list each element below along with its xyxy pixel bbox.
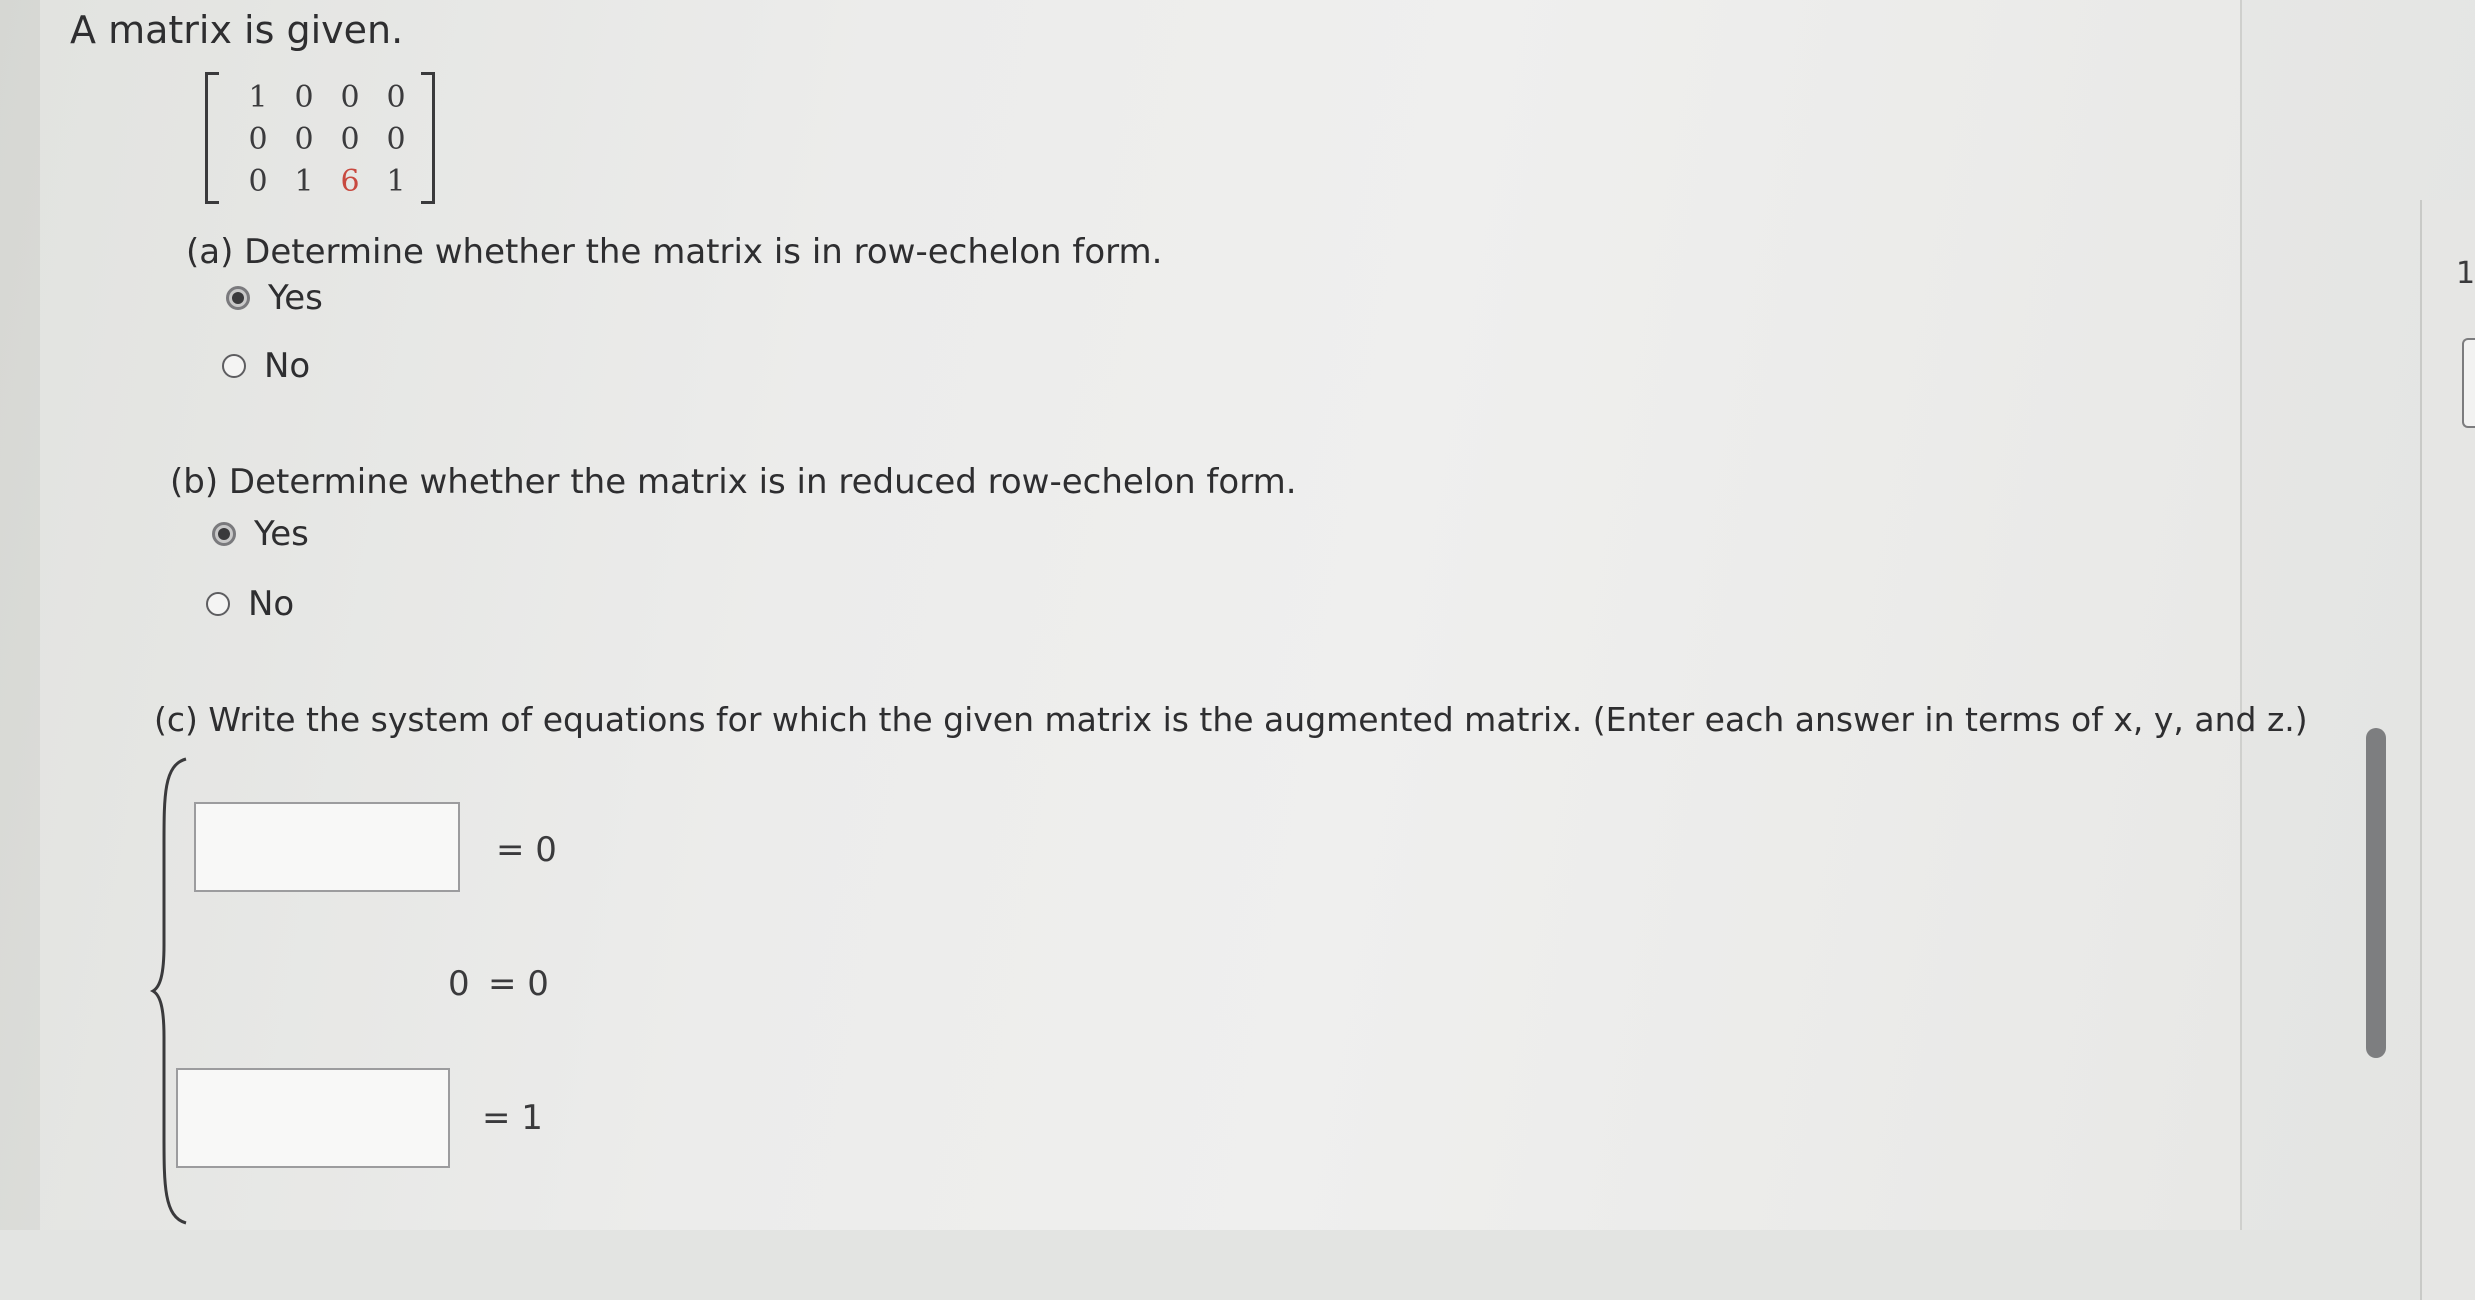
matrix-cell: 0 (248, 163, 268, 199)
equation-2-lhs: 0 (448, 964, 470, 1004)
radio-dot (232, 292, 244, 304)
matrix-cell: 0 (386, 79, 406, 115)
option-a-yes[interactable]: Yes (226, 278, 323, 318)
scrollbar-thumb[interactable] (2366, 728, 2386, 1058)
matrix-left-bracket (205, 72, 219, 204)
question-a: (a) Determine whether the matrix is in r… (186, 232, 1163, 272)
equation-1-input[interactable] (194, 802, 460, 892)
matrix-cell: 1 (294, 163, 314, 199)
radio-empty-icon[interactable] (222, 354, 246, 378)
matrix-cell: 1 (386, 163, 406, 199)
equation-3-rhs: = 1 (482, 1098, 543, 1138)
augmented-matrix: 1 0 0 0 0 0 0 0 0 1 6 1 (205, 72, 435, 204)
problem-statement: A matrix is given. (70, 8, 404, 52)
matrix-cell: 1 (248, 79, 268, 115)
option-a-no[interactable]: No (222, 346, 310, 386)
matrix-cell: 0 (294, 121, 314, 157)
option-b-yes[interactable]: Yes (212, 514, 309, 554)
radio-empty-icon[interactable] (206, 592, 230, 616)
radio-selected-icon[interactable] (226, 286, 250, 310)
equation-1-rhs: = 0 (496, 830, 557, 870)
option-label: No (264, 346, 311, 386)
matrix-grid: 1 0 0 0 0 0 0 0 0 1 6 1 (235, 76, 419, 202)
side-panel-input[interactable] (2462, 338, 2475, 428)
option-b-no[interactable]: No (206, 584, 294, 624)
question-b: (b) Determine whether the matrix is in r… (170, 462, 1297, 502)
matrix-right-bracket (421, 72, 435, 204)
radio-dot (218, 528, 230, 540)
equation-2-rhs: = 0 (488, 964, 549, 1004)
option-label: Yes (268, 278, 323, 318)
matrix-cell: 0 (294, 79, 314, 115)
radio-selected-icon[interactable] (212, 522, 236, 546)
matrix-cell-highlighted: 6 (340, 163, 360, 199)
side-panel-number: 1 (2456, 256, 2475, 291)
matrix-cell: 0 (340, 79, 360, 115)
matrix-cell: 0 (248, 121, 268, 157)
matrix-cell: 0 (386, 121, 406, 157)
matrix-cell: 0 (340, 121, 360, 157)
equation-3-input[interactable] (176, 1068, 450, 1168)
option-label: No (248, 584, 295, 624)
option-label: Yes (254, 514, 309, 554)
question-c: (c) Write the system of equations for wh… (154, 700, 2308, 739)
